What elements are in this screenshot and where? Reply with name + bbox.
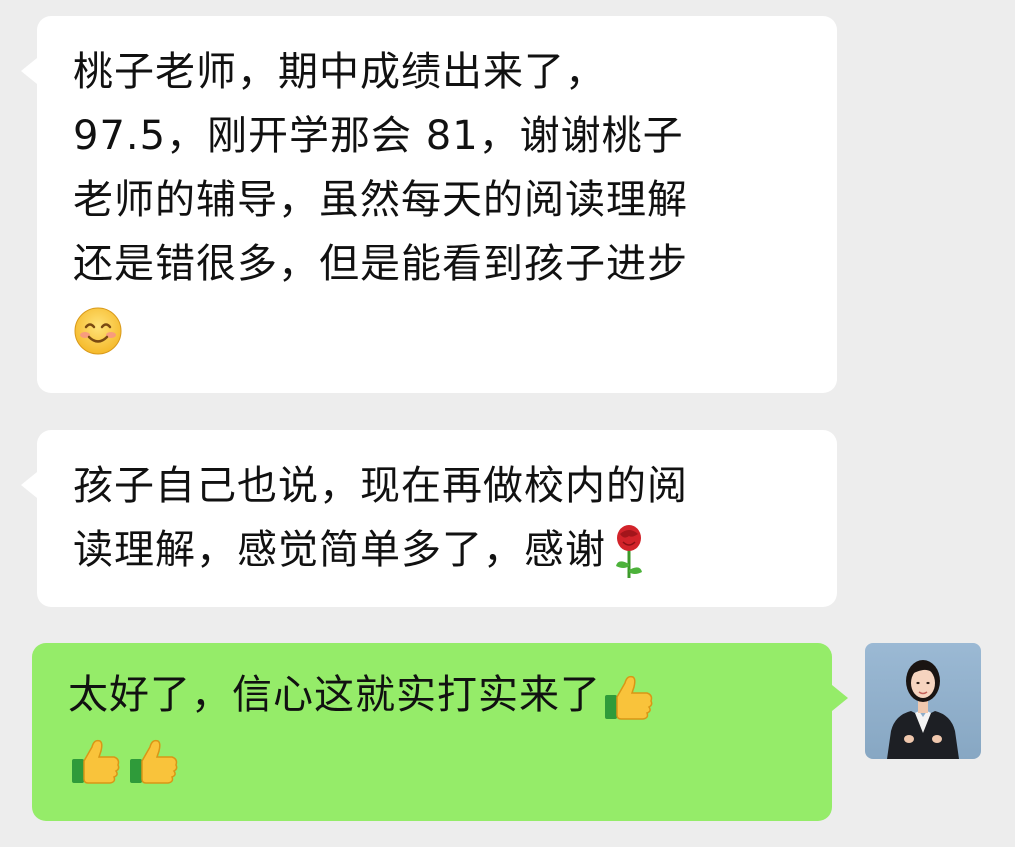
avatar-photo-icon [887, 660, 959, 759]
outgoing-message-bubble[interactable]: 太好了，信心这就实打实来了 [32, 643, 848, 821]
message-text: 读理解，感觉简单多了，感谢 [73, 527, 606, 573]
thumbs-up-icon [72, 739, 120, 784]
thumbs-up-icon [130, 739, 178, 784]
thumbs-up-icon [605, 675, 653, 720]
bubble-tail [21, 472, 37, 498]
message-text-line: 老师的辅导，虽然每天的阅读理解 [73, 177, 688, 223]
message-text-line: 桃子老师，期中成绩出来了， [73, 49, 606, 95]
emoji-line [73, 296, 817, 360]
bubble-tail [21, 58, 37, 84]
message-text: 太好了，信心这就实打实来了 [68, 672, 601, 718]
user-avatar[interactable] [865, 643, 981, 759]
message-text-line: 97.5，刚开学那会 81，谢谢桃子 [73, 113, 684, 159]
message-text-line: 孩子自己也说，现在再做校内的阅 [73, 463, 688, 509]
rose-icon [616, 525, 642, 578]
message-text-line-with-emoji: 太好了，信心这就实打实来了 [68, 663, 812, 727]
smiling-face-icon [74, 307, 122, 355]
incoming-message-bubble[interactable]: 桃子老师，期中成绩出来了， 97.5，刚开学那会 81，谢谢桃子 老师的辅导，虽… [21, 16, 837, 393]
incoming-message-bubble[interactable]: 孩子自己也说，现在再做校内的阅 读理解，感觉简单多了，感谢 [21, 430, 837, 607]
message-text-line: 还是错很多，但是能看到孩子进步 [73, 241, 688, 287]
bubble-tail [832, 685, 848, 711]
message-text-line-with-emoji: 读理解，感觉简单多了，感谢 [73, 518, 817, 582]
emoji-line [68, 727, 812, 791]
